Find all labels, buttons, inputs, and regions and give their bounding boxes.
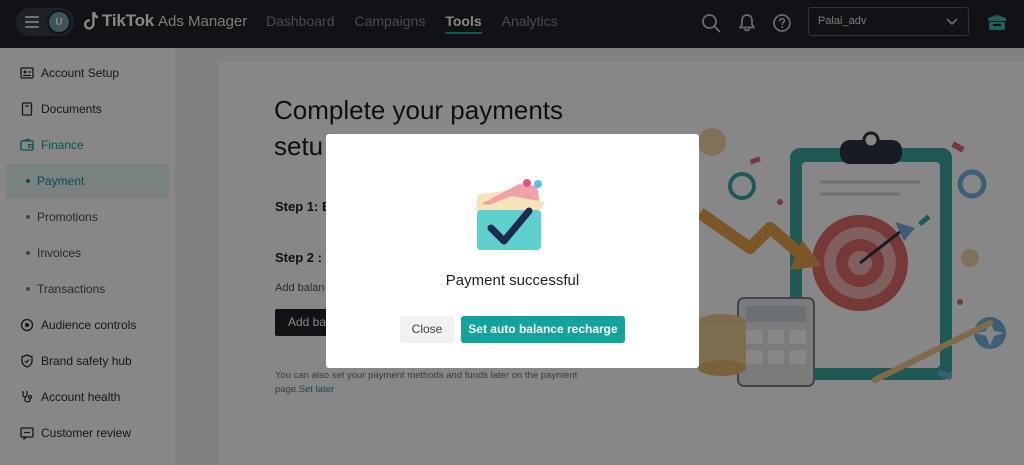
payment-success-icon (477, 179, 545, 250)
close-button[interactable]: Close (400, 316, 454, 343)
set-auto-recharge-button[interactable]: Set auto balance recharge (461, 316, 625, 343)
payment-success-dialog: Payment successful Close Set auto balanc… (326, 134, 699, 368)
dialog-title: Payment successful (445, 272, 580, 289)
